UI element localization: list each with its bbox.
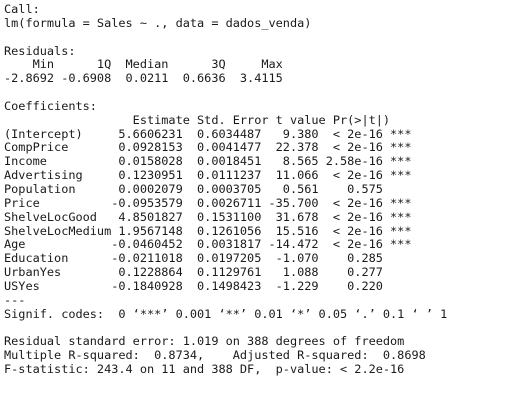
coefficient-row-intercept: (Intercept) 5.6606231 0.6034487 9.380 < …: [4, 126, 412, 141]
coefficient-row-advertising: Advertising 0.1230951 0.0111237 11.066 <…: [4, 168, 412, 183]
coefficient-row-shelvelocmedium: ShelveLocMedium 1.9567148 0.1261056 15.5…: [4, 223, 412, 238]
separator-line: ---: [4, 292, 26, 307]
coefficient-row-age: Age -0.0460452 0.0031817 -14.472 < 2e-16…: [4, 237, 412, 252]
coefficient-row-urbanyes: UrbanYes 0.1228864 0.1129761 1.088 0.277: [4, 265, 412, 280]
coefficient-row-shelvelocgood: ShelveLocGood 4.8501827 0.1531100 31.678…: [4, 209, 412, 224]
coefficient-row-population: Population 0.0002079 0.0003705 0.561 0.5…: [4, 181, 412, 196]
coefficients-column-headers: Estimate Std. Error t value Pr(>|t|): [4, 112, 419, 127]
residuals-quantile-labels: Min 1Q Median 3Q Max: [4, 57, 290, 72]
residuals-quantile-values: -2.8692 -0.6908 0.0211 0.6636 3.4115: [4, 71, 290, 86]
residual-standard-error: Residual standard error: 1.019 on 388 de…: [4, 334, 405, 349]
residuals-header: Residuals:: [4, 43, 76, 58]
signif-codes: Signif. codes: 0 ‘***’ 0.001 ‘**’ 0.01 ‘…: [4, 306, 448, 321]
r-squared-line: Multiple R-squared: 0.8734, Adjusted R-s…: [4, 348, 433, 363]
call-header: Call:: [4, 3, 40, 16]
coefficient-row-income: Income 0.0158028 0.0018451 8.565 2.58e-1…: [4, 154, 412, 169]
coefficient-row-education: Education -0.0211018 0.0197205 -1.070 0.…: [4, 251, 412, 266]
call-formula: lm(formula = Sales ~ ., data = dados_ven…: [4, 15, 312, 30]
f-statistic-line: F-statistic: 243.4 on 11 and 388 DF, p-v…: [4, 361, 405, 376]
coefficients-header: Coefficients:: [4, 98, 97, 113]
console-output: Call: lm(formula = Sales ~ ., data = dad…: [4, 3, 508, 412]
coefficient-row-usyes: USYes -0.1840928 0.1498423 -1.229 0.220: [4, 278, 412, 293]
coefficient-row-compprice: CompPrice 0.0928153 0.0041477 22.378 < 2…: [4, 140, 412, 155]
coefficient-row-price: Price -0.0953579 0.0026711 -35.700 < 2e-…: [4, 195, 412, 210]
